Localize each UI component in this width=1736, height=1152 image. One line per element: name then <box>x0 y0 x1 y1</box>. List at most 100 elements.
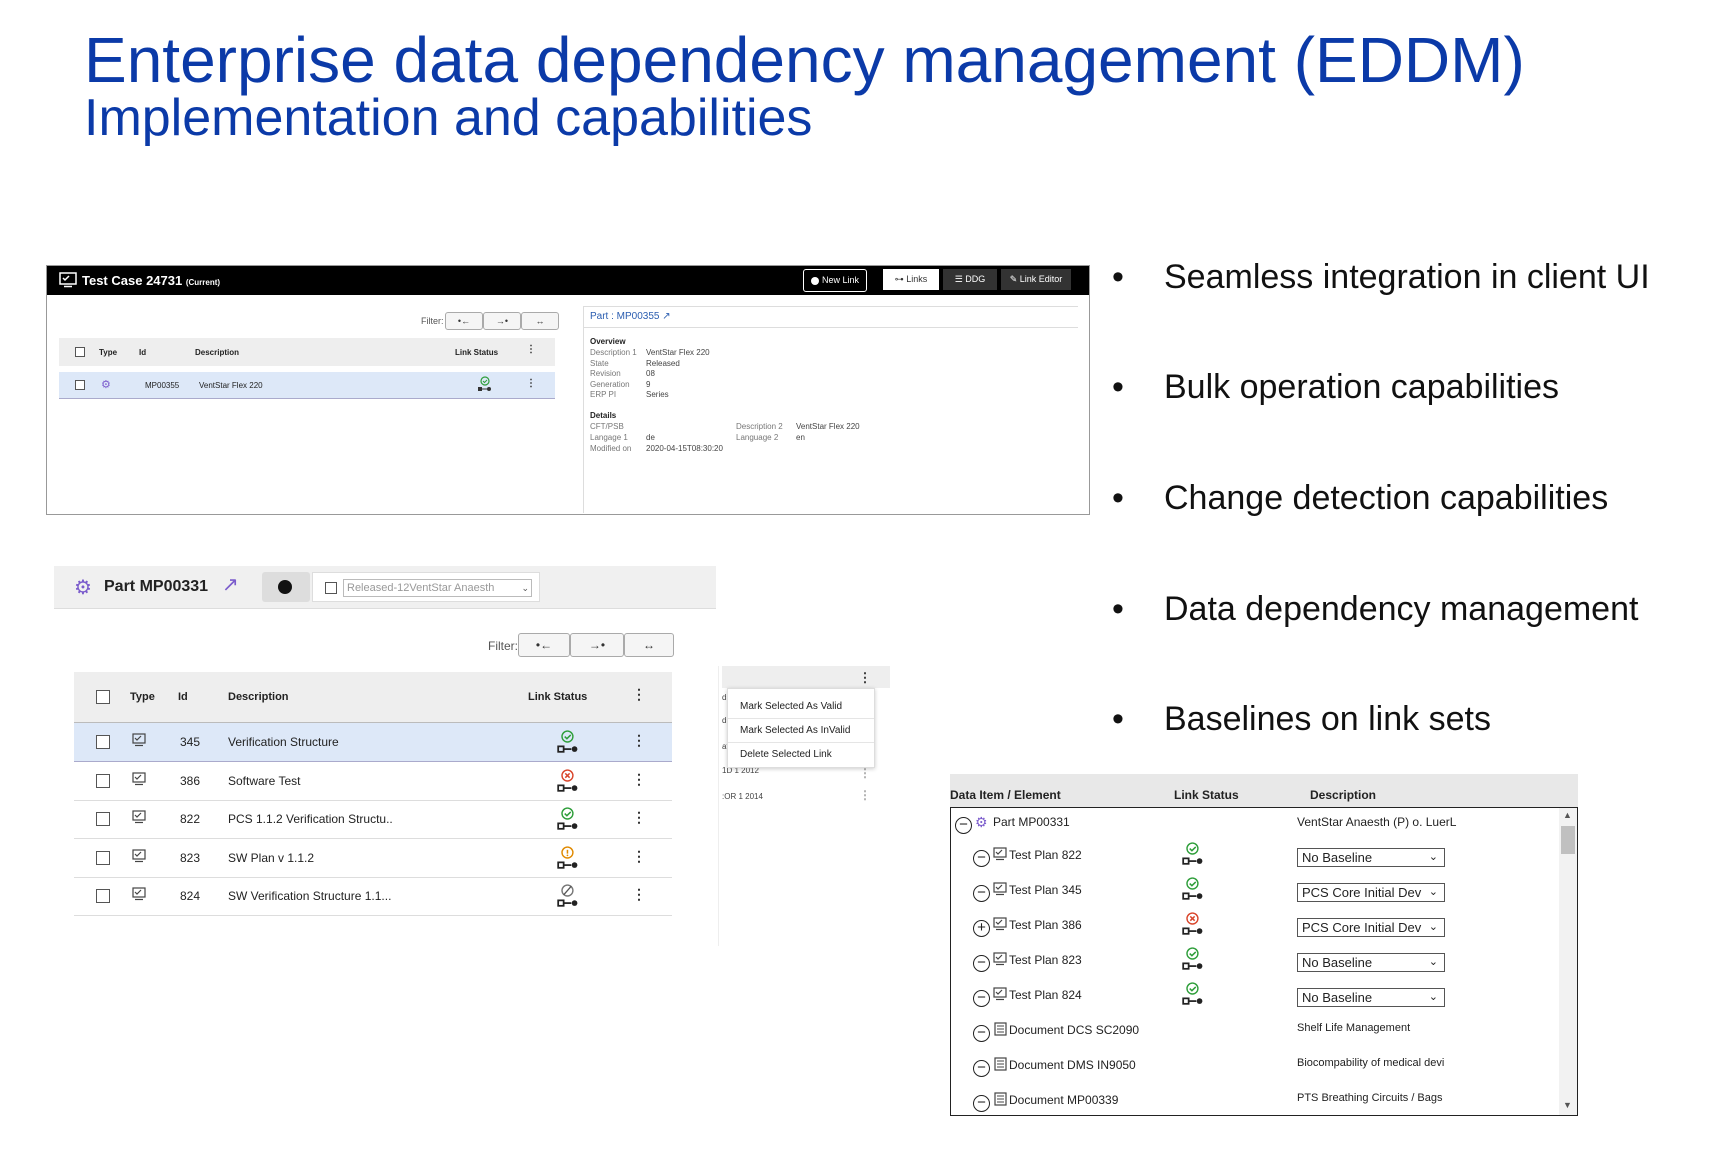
overview-value: Series <box>646 390 669 399</box>
baseline-dropdown[interactable]: Released-12VentStar Anaesth ⌄ <box>343 579 532 597</box>
row-menu-icon[interactable]: ⋮ <box>525 378 537 389</box>
row-description: SW Verification Structure 1.1... <box>228 889 392 903</box>
part-detail-pane: Part : MP00355 ↗ Overview Description 1 V… <box>583 306 1078 513</box>
tree-scrollbar[interactable]: ▲ ▼ <box>1559 808 1577 1115</box>
filter-both-button[interactable]: ↔ <box>521 312 559 330</box>
fragment-text: d <box>722 716 727 725</box>
column-menu-icon[interactable]: ⋮ <box>632 686 646 703</box>
scroll-up-icon[interactable]: ▲ <box>1563 810 1572 820</box>
filter-label: Filter: <box>488 639 518 653</box>
details-key: Description 2 <box>736 422 783 431</box>
baseline-tree-panel: Data Item / Element Link Status Descript… <box>950 774 1578 1116</box>
filter-incoming-button[interactable]: •← <box>445 312 483 330</box>
collapse-icon[interactable]: − <box>973 1060 990 1077</box>
row-menu-icon[interactable]: ⋮ <box>632 886 646 903</box>
link-valid-icon <box>1181 842 1205 869</box>
collapse-icon[interactable]: − <box>973 850 990 867</box>
collapse-icon[interactable]: − <box>973 885 990 902</box>
menu-item-mark-invalid[interactable]: Mark Selected As InValid <box>740 725 850 736</box>
links-tab[interactable]: ⊶ Links <box>883 269 939 290</box>
menu-item-mark-valid[interactable]: Mark Selected As Valid <box>740 701 842 712</box>
tree-document-description: Shelf Life Management <box>1297 1022 1411 1034</box>
collapse-icon[interactable]: − <box>973 955 990 972</box>
test-plan-icon <box>132 887 146 904</box>
filter-incoming-button[interactable]: •← <box>518 633 570 657</box>
scroll-down-icon[interactable]: ▼ <box>1563 1100 1572 1110</box>
row-menu-icon[interactable]: ⋮ <box>632 771 646 788</box>
table-row[interactable]: 822 PCS 1.1.2 Verification Structu.. ⋮ <box>74 800 672 839</box>
chevron-down-icon: ⌄ <box>1428 991 1438 1003</box>
row-description: Software Test <box>228 773 301 788</box>
baseline-dropdown[interactable]: PCS Core Initial Dev ⌄ <box>1297 883 1445 902</box>
row-menu-icon[interactable]: ⋮ <box>632 809 646 826</box>
details-value: de <box>646 433 655 442</box>
links-icon: ⊶ <box>894 274 904 284</box>
row-menu-icon[interactable]: ⋮ <box>632 732 646 749</box>
column-menu-icon[interactable]: ⋮ <box>525 344 537 355</box>
link-editor-tab[interactable]: ✎ Link Editor <box>1001 269 1071 290</box>
filter-both-button[interactable]: ↔ <box>624 633 674 657</box>
row-checkbox[interactable] <box>75 380 85 390</box>
current-tag: (Current) <box>185 278 221 287</box>
tree-document-label: Document MP00339 <box>1009 1093 1119 1107</box>
bullet-text: Seamless integration in client UI <box>1164 258 1650 296</box>
table-row[interactable]: 824 SW Verification Structure 1.1... ⋮ <box>74 877 672 916</box>
table-row[interactable]: 345 Verification Structure ⋮ <box>74 723 672 762</box>
part-detail-title[interactable]: Part : MP00355 ↗ <box>590 311 671 322</box>
link-invalid-icon <box>556 768 580 796</box>
chevron-down-icon: ⌄ <box>1428 851 1438 863</box>
col-data-item: Data Item / Element <box>950 788 1061 802</box>
overview-key: Revision <box>590 369 621 378</box>
row-checkbox[interactable] <box>96 773 110 788</box>
collapse-icon[interactable]: − <box>973 1025 990 1042</box>
details-key: CFT/PSB <box>590 422 624 431</box>
table-row[interactable]: ⚙ MP00355 VentStar Flex 220 ⋮ <box>59 372 555 399</box>
row-checkbox[interactable] <box>96 735 110 749</box>
document-icon <box>994 1057 1007 1074</box>
row-menu-icon[interactable]: ⋮ <box>632 848 646 865</box>
bullet-dot-icon: • <box>1112 700 1124 738</box>
baseline-checkbox[interactable] <box>325 582 337 594</box>
select-all-checkbox[interactable] <box>96 690 110 704</box>
link-warning-icon <box>556 845 580 873</box>
new-link-button[interactable]: New Link <box>803 269 867 292</box>
filter-outgoing-button[interactable]: →• <box>570 633 624 657</box>
select-all-checkbox[interactable] <box>75 347 85 357</box>
root-label: Part MP00331 <box>993 815 1070 829</box>
fragment-menu-icon[interactable]: ⋮ <box>858 670 872 686</box>
baseline-dropdown[interactable]: No Baseline ⌄ <box>1297 953 1445 972</box>
row-checkbox[interactable] <box>96 812 110 826</box>
fragment-row-menu-icon[interactable]: ⋮ <box>858 766 872 780</box>
test-plan-icon <box>993 952 1007 969</box>
collapse-icon[interactable]: − <box>973 1095 990 1112</box>
bullet-text: Bulk operation capabilities <box>1164 368 1560 406</box>
col-link-status: Link Status <box>1174 788 1239 802</box>
table-row[interactable]: 823 SW Plan v 1.1.2 ⋮ <box>74 839 672 878</box>
external-link-icon[interactable]: ↗ <box>222 572 239 597</box>
menu-item-delete-link[interactable]: Delete Selected Link <box>740 749 832 760</box>
expand-icon[interactable]: + <box>973 920 990 937</box>
bullet-dot-icon: • <box>1112 590 1124 628</box>
row-id: 822 <box>180 812 201 826</box>
row-checkbox[interactable] <box>96 850 110 865</box>
baseline-dropdown[interactable]: No Baseline ⌄ <box>1297 848 1445 867</box>
bullet-text: Data dependency management <box>1164 590 1639 628</box>
tree-document-label: Document DCS SC2090 <box>1009 1023 1140 1037</box>
baseline-dropdown[interactable]: PCS Core Initial Dev ⌄ <box>1297 918 1445 937</box>
test-plan-icon <box>132 733 146 750</box>
baseline-dropdown[interactable]: No Baseline ⌄ <box>1297 988 1445 1007</box>
collapse-icon[interactable]: − <box>955 817 972 834</box>
link-valid-icon <box>1181 982 1205 1009</box>
table-row[interactable]: 386 Software Test ⋮ <box>74 762 672 801</box>
baseline-toggle[interactable] <box>262 572 310 602</box>
toggle-knob <box>278 580 292 594</box>
collapse-icon[interactable]: − <box>973 990 990 1007</box>
fragment-text: d <box>722 693 727 702</box>
filter-outgoing-button[interactable]: →• <box>483 312 521 330</box>
row-checkbox[interactable] <box>96 889 110 903</box>
baseline-selector[interactable]: Released-12VentStar Anaesth ⌄ <box>312 572 540 602</box>
ddg-tab[interactable]: ☰ DDG <box>943 269 997 290</box>
overview-value: 08 <box>646 369 655 378</box>
fragment-row-menu-icon[interactable]: ⋮ <box>858 788 872 802</box>
scroll-thumb[interactable] <box>1561 826 1575 854</box>
